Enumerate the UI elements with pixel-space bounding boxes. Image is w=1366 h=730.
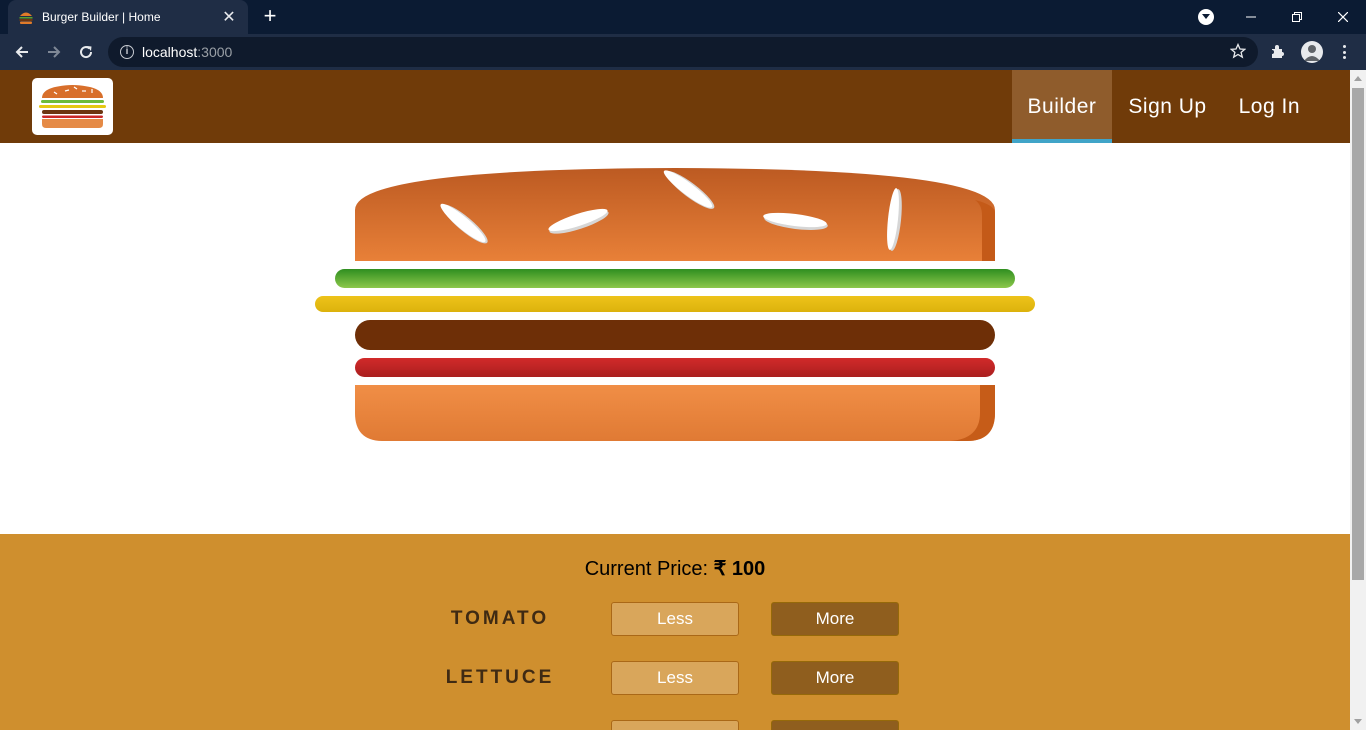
extensions-puzzle-icon[interactable] [1270,44,1286,60]
less-tomato-button[interactable]: Less [611,602,739,636]
browser-toolbar: i localhost:3000 [0,34,1366,70]
main-nav: Builder Sign Up Log In [1011,70,1350,143]
tab-title: Burger Builder | Home [42,10,161,24]
url-text: localhost:3000 [142,44,232,60]
app-header: Builder Sign Up Log In [0,70,1350,143]
tab-search-icon[interactable] [1198,9,1214,25]
bread-top [355,168,995,261]
page-viewport: Builder Sign Up Log In Current Price: ₹ … [0,70,1350,730]
price-value: ₹ 100 [713,558,766,580]
profile-avatar-icon[interactable] [1301,41,1323,63]
burger-logo[interactable] [32,78,113,135]
build-control-next [0,720,1350,730]
scroll-up-icon[interactable] [1354,76,1362,81]
scroll-thumb[interactable] [1352,88,1364,580]
url-port: :3000 [197,44,233,60]
bookmark-star-icon[interactable] [1230,43,1246,59]
current-price: Current Price: ₹ 100 [0,556,1350,581]
tomato-layer [355,358,995,377]
address-bar[interactable]: i localhost:3000 [108,37,1258,67]
restore-icon[interactable] [1274,0,1320,34]
forward-arrow-icon[interactable] [40,38,68,66]
browser-titlebar: Burger Builder | Home ✕ + [0,0,1366,34]
cheese-layer [315,296,1035,312]
url-host: localhost [142,44,198,60]
browser-menu-icon[interactable] [1337,42,1351,62]
build-controls: Current Price: ₹ 100 TOMATO Less More LE… [0,534,1350,730]
back-arrow-icon[interactable] [8,38,36,66]
meat-layer [355,320,995,350]
new-tab-icon[interactable]: + [258,5,282,28]
ingredient-label: LETTUCE [445,667,555,688]
more-lettuce-button[interactable]: More [771,661,899,695]
browser-tab[interactable]: Burger Builder | Home ✕ [8,0,248,34]
site-info-icon[interactable]: i [120,45,134,59]
burger-illustration [315,168,1035,441]
close-window-icon[interactable] [1320,0,1366,34]
build-control-lettuce: LETTUCE Less More [0,661,1350,695]
burger-favicon-icon [19,12,33,24]
ingredient-label: TOMATO [450,608,550,629]
minimize-icon[interactable] [1228,0,1274,34]
scroll-down-icon[interactable] [1354,719,1362,724]
nav-item-sign-up[interactable]: Sign Up [1112,70,1222,143]
less-next-button[interactable] [611,720,739,730]
page-scrollbar[interactable] [1350,70,1366,730]
price-label: Current Price: [584,558,709,580]
nav-item-log-in[interactable]: Log In [1223,70,1350,143]
burger-preview [0,143,1350,534]
tab-close-icon[interactable]: ✕ [220,8,238,26]
burger-logo-icon [39,85,106,128]
reload-icon[interactable] [72,38,100,66]
less-lettuce-button[interactable]: Less [611,661,739,695]
more-next-button[interactable] [771,720,899,730]
more-tomato-button[interactable]: More [771,602,899,636]
nav-item-builder[interactable]: Builder [1011,70,1113,143]
build-control-tomato: TOMATO Less More [0,602,1350,636]
bread-bottom [355,385,995,441]
lettuce-layer [335,269,1015,288]
